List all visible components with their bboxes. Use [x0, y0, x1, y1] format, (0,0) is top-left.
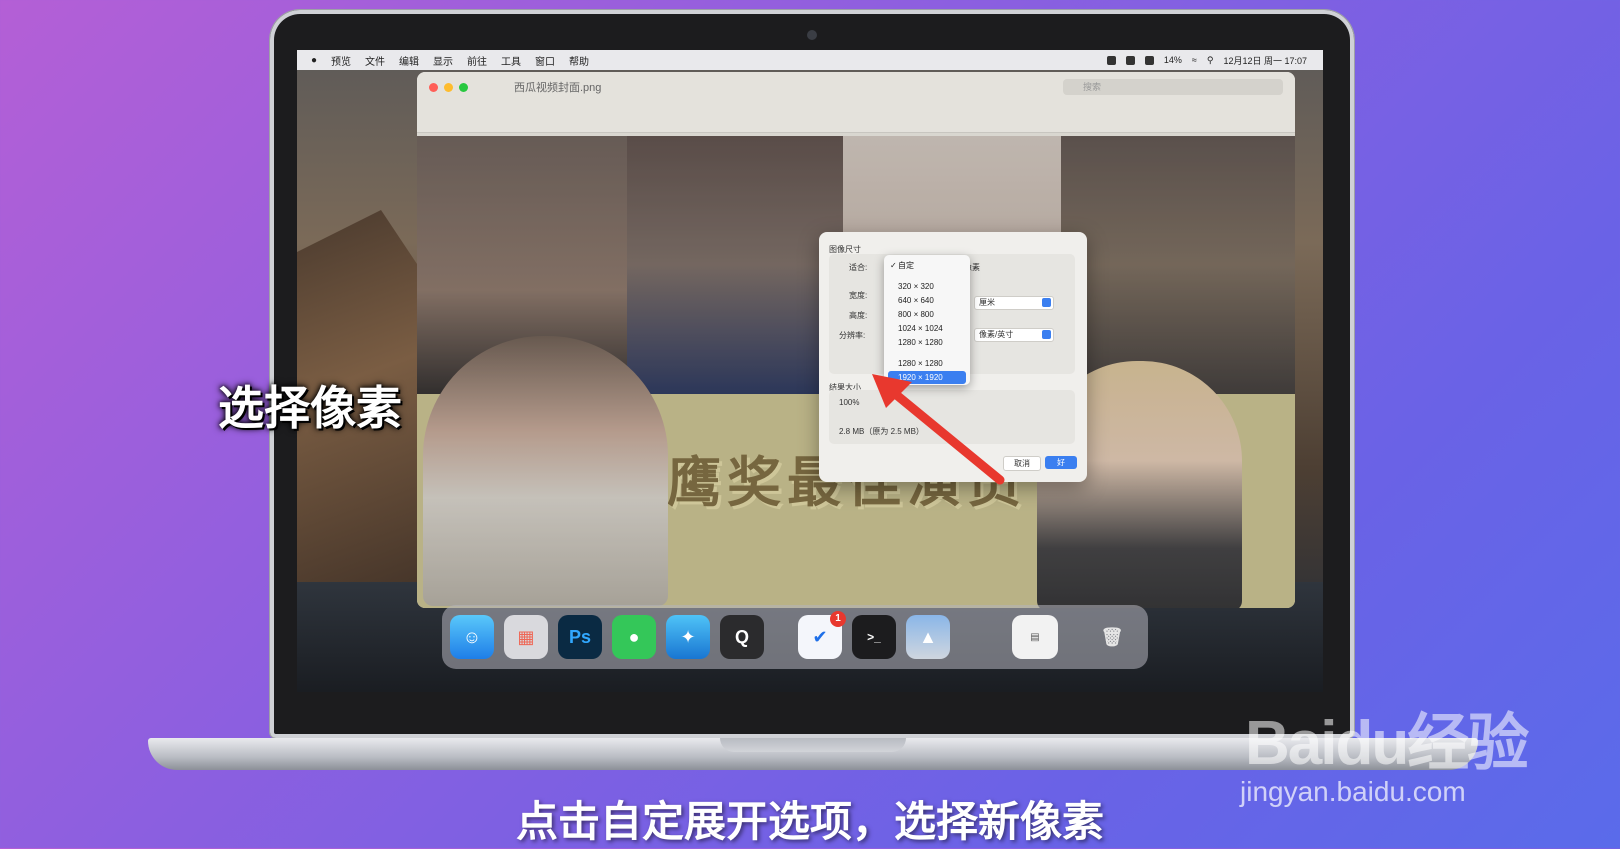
watermark-logo: Baidu经验: [1245, 709, 1529, 778]
watermark-url: jingyan.baidu.com: [1240, 776, 1466, 807]
side-caption: 选择像素: [218, 382, 402, 434]
